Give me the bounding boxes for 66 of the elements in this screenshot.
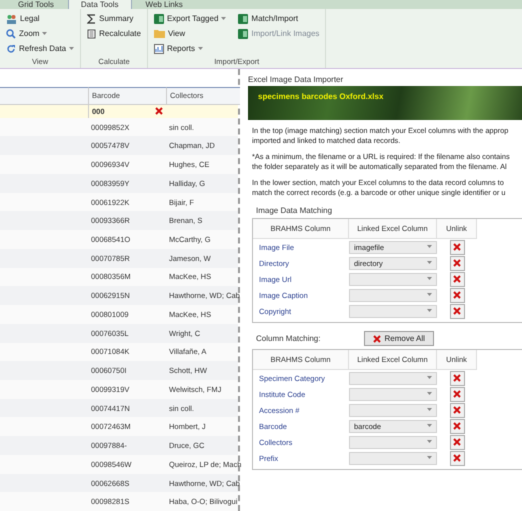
unlink-button[interactable] [450, 288, 464, 302]
ribbon-tab[interactable]: Data Tools [68, 0, 132, 9]
sigma-icon [87, 14, 96, 24]
ribbon-button[interactable]: Recalculate [87, 26, 141, 41]
close-icon [155, 107, 163, 116]
caret-icon [427, 293, 432, 297]
caret-icon [427, 424, 432, 428]
unlink-button[interactable] [450, 450, 464, 466]
close-icon [453, 390, 461, 398]
ribbon-button[interactable]: Match/Import [238, 11, 320, 26]
unlink-button[interactable] [450, 386, 464, 402]
ribbon-button[interactable]: Refresh Data [6, 41, 74, 56]
unlink-button[interactable] [450, 418, 464, 434]
close-icon [453, 438, 461, 446]
caret-icon [427, 440, 432, 444]
unlink-button[interactable] [450, 304, 464, 318]
unlink-button[interactable] [450, 240, 464, 254]
unlink-button[interactable] [450, 402, 464, 418]
caret-icon [427, 261, 432, 265]
folder-icon [154, 29, 165, 38]
ribbon-button[interactable]: Legal [6, 11, 74, 26]
ribbon-tab[interactable]: Grid Tools [6, 0, 66, 9]
caret-icon [69, 46, 74, 50]
chart-icon [154, 44, 164, 54]
caret-icon [427, 277, 432, 281]
refresh-icon [6, 44, 16, 54]
close-icon [453, 307, 461, 315]
unlink-button[interactable] [450, 434, 464, 450]
calculator-icon [87, 28, 96, 38]
unlink-button[interactable] [450, 370, 464, 386]
ribbon-button[interactable]: Export Tagged [154, 11, 226, 26]
caret-icon [42, 32, 48, 36]
ribbon-button[interactable]: Reports [154, 41, 226, 56]
ribbon-button[interactable]: Summary [87, 11, 141, 26]
section-title: Image Data Matching [256, 206, 334, 215]
spreadsheet-icon [238, 28, 248, 38]
ribbon-tab[interactable]: Web Links [134, 0, 195, 9]
spreadsheet-icon [154, 14, 164, 24]
close-icon [453, 374, 461, 382]
caret-icon [427, 456, 432, 460]
section-title: Column Matching: [256, 334, 320, 343]
close-icon [453, 406, 461, 414]
caret-icon [427, 245, 432, 249]
close-icon [453, 422, 461, 430]
close-icon [453, 291, 461, 299]
close-icon [453, 275, 461, 283]
close-icon [453, 259, 461, 267]
window-title: Excel Image Data Importer [248, 75, 344, 86]
caret-icon [427, 376, 432, 380]
caret-icon [427, 408, 432, 412]
caret-icon [221, 16, 226, 20]
close-icon [373, 334, 382, 342]
people-icon [6, 14, 17, 24]
ribbon-button[interactable]: View [154, 26, 226, 41]
unlink-button[interactable] [450, 272, 464, 286]
caret-icon [427, 392, 432, 396]
file-name: specimens barcodes Oxford.xlsx [258, 92, 384, 101]
close-icon [453, 454, 461, 462]
search-icon [6, 28, 16, 38]
remove-all-button[interactable]: Remove All [364, 331, 434, 346]
close-icon [453, 243, 461, 251]
caret-icon [427, 309, 432, 313]
caret-icon [198, 46, 203, 50]
unlink-button[interactable] [450, 256, 464, 270]
ribbon-button[interactable]: Zoom [6, 26, 74, 41]
spreadsheet-icon [238, 14, 248, 24]
